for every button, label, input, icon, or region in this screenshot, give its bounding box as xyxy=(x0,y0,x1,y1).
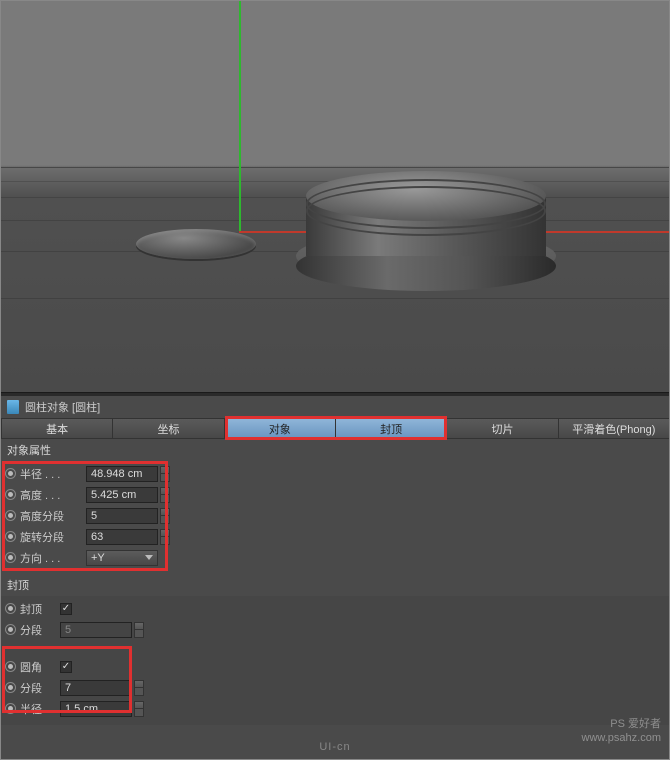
keyframe-radio-icon[interactable] xyxy=(5,703,16,714)
keyframe-radio-icon[interactable] xyxy=(5,552,16,563)
row-height-seg: 高度分段 5 xyxy=(1,505,669,526)
label-direction: 方向 . . . xyxy=(20,550,84,566)
label-height: 高度 . . . xyxy=(20,487,84,503)
input-height-seg[interactable]: 5 xyxy=(86,508,158,524)
object-properties-group: 半径 . . . 48.948 cm 高度 . . . 5.425 cm 高度分… xyxy=(1,461,669,574)
tab-basic[interactable]: 基本 xyxy=(1,418,112,439)
row-rotation-seg: 旋转分段 63 xyxy=(1,526,669,547)
label-radius: 半径 . . . xyxy=(20,466,84,482)
input-cap-seg[interactable]: 5 xyxy=(60,622,132,638)
row-direction: 方向 . . . +Y xyxy=(1,547,669,568)
row-cap-seg: 分段 5 xyxy=(1,619,669,640)
row-fillet-radius: 半径 1.5 cm xyxy=(1,698,669,719)
row-height: 高度 . . . 5.425 cm xyxy=(1,484,669,505)
panel-title-text: 圆柱对象 [圆柱] xyxy=(25,399,100,415)
keyframe-radio-icon[interactable] xyxy=(5,531,16,542)
spinner-cap-seg[interactable] xyxy=(134,622,144,638)
label-height-seg: 高度分段 xyxy=(20,508,84,524)
cylinder-icon xyxy=(7,400,19,414)
keyframe-radio-icon[interactable] xyxy=(5,624,16,635)
row-fillet-seg: 分段 7 xyxy=(1,677,669,698)
spinner-fillet-seg[interactable] xyxy=(134,680,144,696)
spinner-fillet-radius[interactable] xyxy=(134,701,144,717)
viewport-3d[interactable] xyxy=(1,1,669,392)
input-fillet-radius[interactable]: 1.5 cm xyxy=(60,701,132,717)
input-fillet-seg[interactable]: 7 xyxy=(60,680,132,696)
object-cylinder[interactable] xyxy=(306,171,546,271)
input-height[interactable]: 5.425 cm xyxy=(86,487,158,503)
keyframe-radio-icon[interactable] xyxy=(5,603,16,614)
label-fillet-seg: 分段 xyxy=(20,680,58,696)
cap-group-2: 圆角 ✓ 分段 7 半径 1.5 cm xyxy=(1,646,669,725)
label-fillet: 圆角 xyxy=(20,659,58,675)
spinner-radius[interactable] xyxy=(160,466,170,482)
keyframe-radio-icon[interactable] xyxy=(5,489,16,500)
spinner-rotation-seg[interactable] xyxy=(160,529,170,545)
tab-cap[interactable]: 封顶 xyxy=(335,418,446,439)
input-radius[interactable]: 48.948 cm xyxy=(86,466,158,482)
tab-object[interactable]: 对象 xyxy=(224,418,335,439)
keyframe-radio-icon[interactable] xyxy=(5,682,16,693)
tab-phong[interactable]: 平滑着色(Phong) xyxy=(558,418,669,439)
watermark-site: PS 爱好者 www.psahz.com xyxy=(582,717,661,745)
label-cap: 封顶 xyxy=(20,601,58,617)
watermark-logo: UI-cn xyxy=(319,741,350,753)
row-radius: 半径 . . . 48.948 cm xyxy=(1,463,669,484)
axis-y xyxy=(239,1,241,231)
cap-group-1: 封顶 ✓ 分段 5 xyxy=(1,596,669,646)
tab-bar: 基本 坐标 对象 封顶 切片 平滑着色(Phong) xyxy=(1,418,669,439)
row-cap: 封顶 ✓ xyxy=(1,598,669,619)
row-fillet: 圆角 ✓ xyxy=(1,656,669,677)
object-disc[interactable] xyxy=(136,229,256,259)
checkbox-cap[interactable]: ✓ xyxy=(60,603,72,615)
section-cap: 封顶 xyxy=(1,574,669,596)
tab-coord[interactable]: 坐标 xyxy=(112,418,223,439)
checkbox-fillet[interactable]: ✓ xyxy=(60,661,72,673)
section-object-properties: 对象属性 xyxy=(1,439,669,461)
chevron-down-icon xyxy=(145,555,153,560)
tab-slice[interactable]: 切片 xyxy=(446,418,557,439)
label-rotation-seg: 旋转分段 xyxy=(20,529,84,545)
keyframe-radio-icon[interactable] xyxy=(5,661,16,672)
input-rotation-seg[interactable]: 63 xyxy=(86,529,158,545)
keyframe-radio-icon[interactable] xyxy=(5,510,16,521)
label-fillet-radius: 半径 xyxy=(20,701,58,717)
spinner-height-seg[interactable] xyxy=(160,508,170,524)
dropdown-direction[interactable]: +Y xyxy=(86,550,158,566)
panel-title: 圆柱对象 [圆柱] xyxy=(1,396,669,418)
spinner-height[interactable] xyxy=(160,487,170,503)
keyframe-radio-icon[interactable] xyxy=(5,468,16,479)
label-cap-seg: 分段 xyxy=(20,622,58,638)
